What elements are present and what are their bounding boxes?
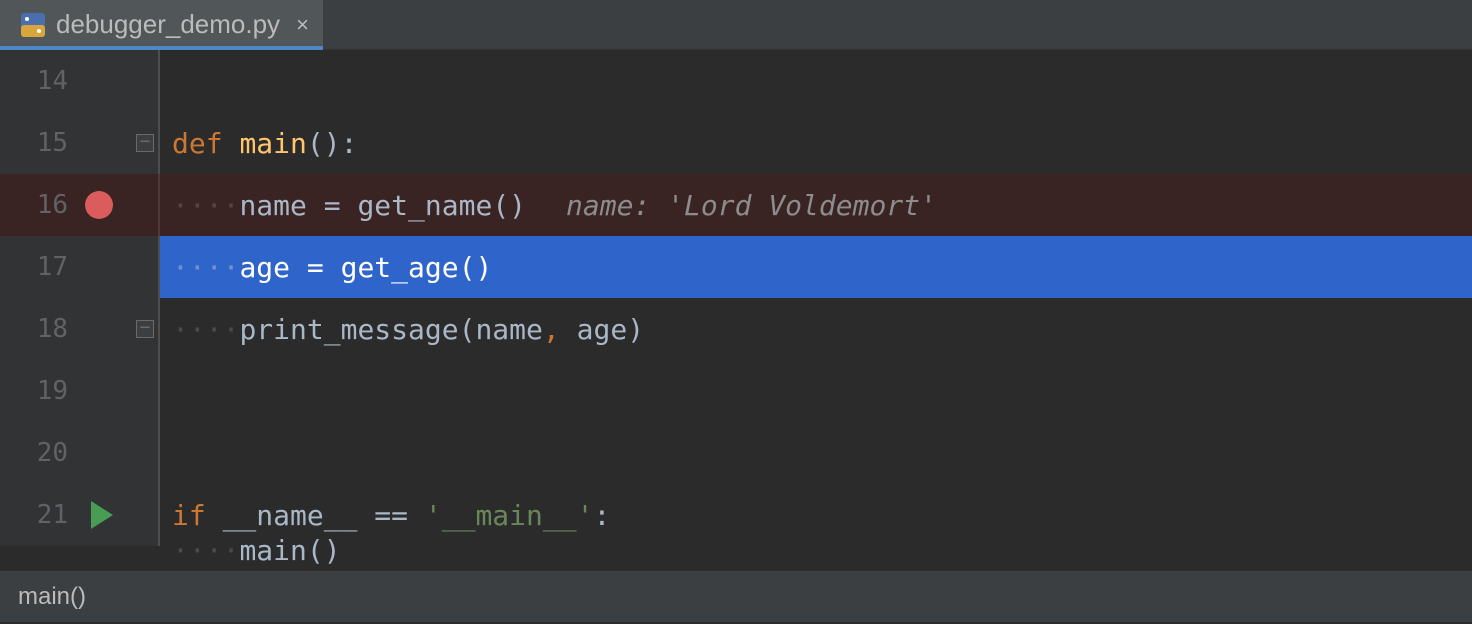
argument: name	[475, 313, 542, 346]
identifier: age	[239, 251, 290, 284]
identifier: __name__	[223, 499, 358, 532]
whitespace	[560, 313, 577, 346]
line-number: 17	[37, 252, 68, 282]
line-number: 16	[37, 190, 68, 220]
gutter[interactable]: 20	[0, 422, 160, 484]
line-number: 21	[37, 500, 68, 530]
breadcrumb-item[interactable]: main()	[18, 583, 86, 611]
tab-bar: debugger_demo.py ×	[0, 0, 1472, 50]
whitespace: ····	[172, 534, 239, 567]
fold-toggle-icon[interactable]: −	[136, 320, 154, 338]
file-tab-label: debugger_demo.py	[56, 9, 280, 40]
python-file-icon	[20, 12, 46, 38]
fold-toggle-icon[interactable]: −	[136, 134, 154, 152]
whitespace	[223, 127, 240, 160]
gutter[interactable]: 21	[0, 484, 160, 546]
code-line[interactable]: 19	[0, 360, 1472, 422]
function-call: get_age	[341, 251, 459, 284]
code-line[interactable]: 14	[0, 50, 1472, 112]
code-content[interactable]: ····name = get_name() name: 'Lord Voldemo…	[160, 174, 1472, 236]
line-number: 14	[37, 66, 68, 96]
keyword: def	[172, 127, 223, 160]
code-content[interactable]: def main():	[160, 112, 1472, 174]
whitespace: ····	[172, 251, 239, 284]
argument: age	[577, 313, 628, 346]
gutter[interactable]: 15 −	[0, 112, 160, 174]
file-tab[interactable]: debugger_demo.py ×	[0, 0, 323, 49]
keyword: if	[172, 499, 206, 532]
code-content[interactable]: ····print_message(name, age)	[160, 298, 1472, 360]
whitespace: ····	[172, 189, 239, 222]
code-content[interactable]	[160, 50, 1472, 112]
function-call: get_name	[357, 189, 492, 222]
code-content[interactable]	[160, 360, 1472, 422]
whitespace	[206, 499, 223, 532]
punctuation: ():	[307, 127, 358, 160]
code-line-current[interactable]: 17 ····age = get_age()	[0, 236, 1472, 298]
code-line[interactable]: 18 − ····print_message(name, age)	[0, 298, 1472, 360]
code-line[interactable]: 15 − def main():	[0, 112, 1472, 174]
code-content[interactable]	[160, 422, 1472, 484]
string-literal: '__main__'	[425, 499, 594, 532]
comma: ,	[543, 313, 560, 346]
whitespace: ····	[172, 313, 239, 346]
code-editor[interactable]: 14 15 − def main(): 16 ····name = get_na…	[0, 50, 1472, 570]
run-gutter-icon[interactable]	[91, 501, 113, 529]
punctuation: )	[627, 313, 644, 346]
code-line[interactable]: 16 ····name = get_name() name: 'Lord Vold…	[0, 174, 1472, 236]
punctuation: :	[593, 499, 610, 532]
close-tab-icon[interactable]: ×	[296, 14, 309, 36]
operator: ==	[357, 499, 424, 532]
punctuation: ()	[459, 251, 493, 284]
punctuation: ()	[492, 189, 526, 222]
line-number: 19	[37, 376, 68, 406]
code-content[interactable]: if __name__ == '__main__':	[160, 484, 1472, 546]
operator: =	[290, 251, 341, 284]
function-call: main	[239, 534, 306, 567]
line-number: 20	[37, 438, 68, 468]
line-number: 18	[37, 314, 68, 344]
gutter[interactable]: 14	[0, 50, 160, 112]
gutter[interactable]: 16	[0, 174, 160, 236]
breadcrumb-bar[interactable]: main()	[0, 570, 1472, 622]
function-name: main	[239, 127, 306, 160]
code-content[interactable]: ····age = get_age()	[160, 236, 1472, 298]
punctuation: (	[459, 313, 476, 346]
punctuation: ()	[307, 534, 341, 567]
line-number: 15	[37, 128, 68, 158]
code-line-partial[interactable]: ····main()	[160, 534, 341, 570]
operator: =	[307, 189, 358, 222]
function-call: print_message	[239, 313, 458, 346]
identifier: name	[239, 189, 306, 222]
gutter[interactable]: 17	[0, 236, 160, 298]
gutter[interactable]: 19	[0, 360, 160, 422]
gutter[interactable]: 18 −	[0, 298, 160, 360]
inline-debug-value: name: 'Lord Voldemort'	[566, 189, 937, 222]
breakpoint-icon[interactable]	[85, 191, 113, 219]
code-line[interactable]: 20	[0, 422, 1472, 484]
